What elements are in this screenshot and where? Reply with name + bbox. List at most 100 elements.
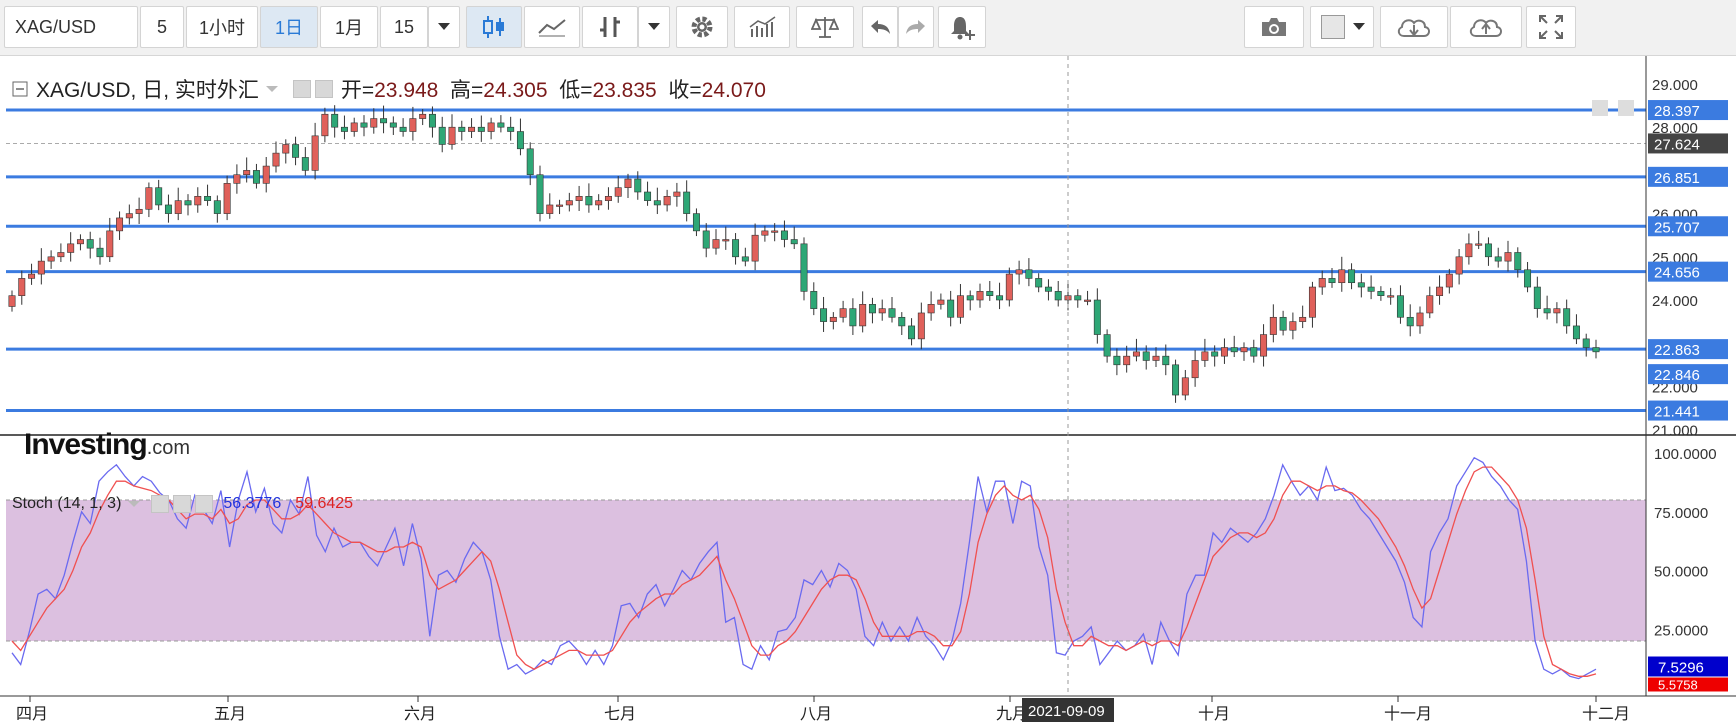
line-chart-icon: [538, 19, 566, 37]
candle-body: [829, 316, 837, 322]
candle-body: [57, 252, 65, 258]
candle-body: [1260, 334, 1268, 357]
candle-body: [1572, 325, 1580, 340]
candle-body: [350, 122, 358, 132]
candle-body: [790, 239, 798, 245]
candle-body: [1220, 347, 1228, 357]
price-label-text: 24.656: [1654, 265, 1700, 282]
cloud-download-button[interactable]: [1380, 6, 1448, 48]
candle-body: [252, 170, 260, 184]
interval-15-button[interactable]: 15: [380, 6, 428, 48]
candle-body: [604, 196, 612, 201]
chart-type-dropdown-button[interactable]: [638, 6, 670, 48]
interval-1m-button[interactable]: 1月: [320, 6, 378, 48]
candle-body: [692, 213, 700, 232]
redo-button[interactable]: [898, 6, 934, 48]
cloud-upload-button[interactable]: [1450, 6, 1522, 48]
visibility-icon[interactable]: [151, 495, 170, 513]
candle-body: [1377, 291, 1385, 296]
candle-body: [370, 118, 378, 128]
candle-body: [986, 291, 994, 296]
candle-body: [927, 304, 935, 314]
candle-body: [1465, 243, 1473, 258]
candle-body: [125, 213, 133, 219]
candle-body: [1025, 269, 1033, 279]
candle-body: [1289, 321, 1297, 331]
symbol-field[interactable]: XAG/USD: [4, 6, 138, 48]
candle-body: [135, 208, 143, 214]
undo-button[interactable]: [862, 6, 898, 48]
candle-body: [810, 291, 818, 309]
interval-1h-button[interactable]: 1小时: [186, 6, 258, 48]
candle-body: [1308, 286, 1316, 318]
candle-body: [1338, 269, 1346, 284]
candle-body: [1211, 351, 1219, 357]
candle-body: [575, 196, 583, 201]
screenshot-button[interactable]: [1244, 6, 1304, 48]
stoch-name: Stoch (14, 1, 3): [12, 495, 122, 512]
interval-dropdown-button[interactable]: [428, 6, 460, 48]
visibility-icon[interactable]: [292, 80, 311, 98]
collapse-icon[interactable]: [12, 81, 28, 97]
candle-body: [976, 291, 984, 301]
candle-body: [145, 187, 153, 210]
close-icon[interactable]: [195, 495, 214, 513]
stoch-tick-label: 50.0000: [1654, 564, 1708, 581]
alert-icon: [951, 17, 975, 40]
open-value: 23.948: [374, 79, 439, 102]
candle-body: [1113, 355, 1121, 366]
candle-body: [1172, 364, 1180, 396]
candle-body: [702, 230, 710, 249]
candle-body: [956, 295, 964, 318]
candle-body: [1348, 269, 1356, 284]
candle-body: [898, 316, 906, 327]
candle-body: [966, 295, 974, 301]
candle-body: [106, 230, 114, 258]
line-chart-button[interactable]: [524, 6, 580, 48]
price-label-text: 22.863: [1654, 342, 1700, 359]
compare-button[interactable]: [796, 6, 854, 48]
candle-body: [780, 230, 788, 240]
price-label-text: 26.851: [1654, 170, 1700, 187]
candle-body: [1132, 351, 1140, 357]
gear-icon[interactable]: [314, 80, 333, 98]
settings-button[interactable]: [676, 6, 728, 48]
candle-body: [409, 118, 417, 132]
investing-logo: Investing.com: [24, 428, 191, 461]
candle-body: [644, 191, 652, 201]
fullscreen-button[interactable]: [1526, 6, 1576, 48]
candle-body: [1142, 351, 1150, 361]
candle-body: [1074, 295, 1082, 301]
candle-body: [526, 148, 534, 176]
candle-body: [614, 187, 622, 197]
cloud-upload-icon: [1469, 19, 1502, 37]
stoch-tick-label: 100.0000: [1654, 446, 1717, 463]
alert-button[interactable]: [938, 6, 986, 48]
candle-body: [1035, 278, 1043, 288]
price-label-text: 21.441: [1654, 404, 1700, 421]
color-picker-button[interactable]: [1310, 6, 1374, 48]
interval-5-button[interactable]: 5: [140, 6, 184, 48]
candlestick-button[interactable]: [466, 6, 522, 48]
candle-body: [1475, 243, 1483, 246]
undo-icon: [871, 20, 890, 34]
candle-body: [76, 239, 84, 245]
chevron-down-icon[interactable]: [265, 84, 279, 94]
time-tick-label: 四月: [16, 706, 48, 722]
price-label-text: 27.624: [1654, 136, 1700, 153]
stoch-d-value: 59.6425: [295, 495, 354, 512]
candle-body: [888, 308, 896, 318]
interval-1d-button[interactable]: 1日: [260, 6, 318, 48]
candle-body: [1269, 316, 1277, 335]
candle-body: [1230, 347, 1238, 353]
candle-body: [458, 126, 466, 132]
chevron-down-icon[interactable]: [127, 499, 141, 509]
candlestick-icon: [483, 16, 504, 38]
time-tick-label: 七月: [604, 705, 636, 722]
bar-chart-button[interactable]: [582, 6, 638, 48]
candle-body: [1533, 286, 1541, 309]
indicators-button[interactable]: [734, 6, 790, 48]
gear-icon[interactable]: [173, 495, 192, 513]
candle-body: [47, 256, 55, 262]
price-chart[interactable]: 29.00028.00026.00025.00024.00022.00021.0…: [0, 56, 1736, 722]
